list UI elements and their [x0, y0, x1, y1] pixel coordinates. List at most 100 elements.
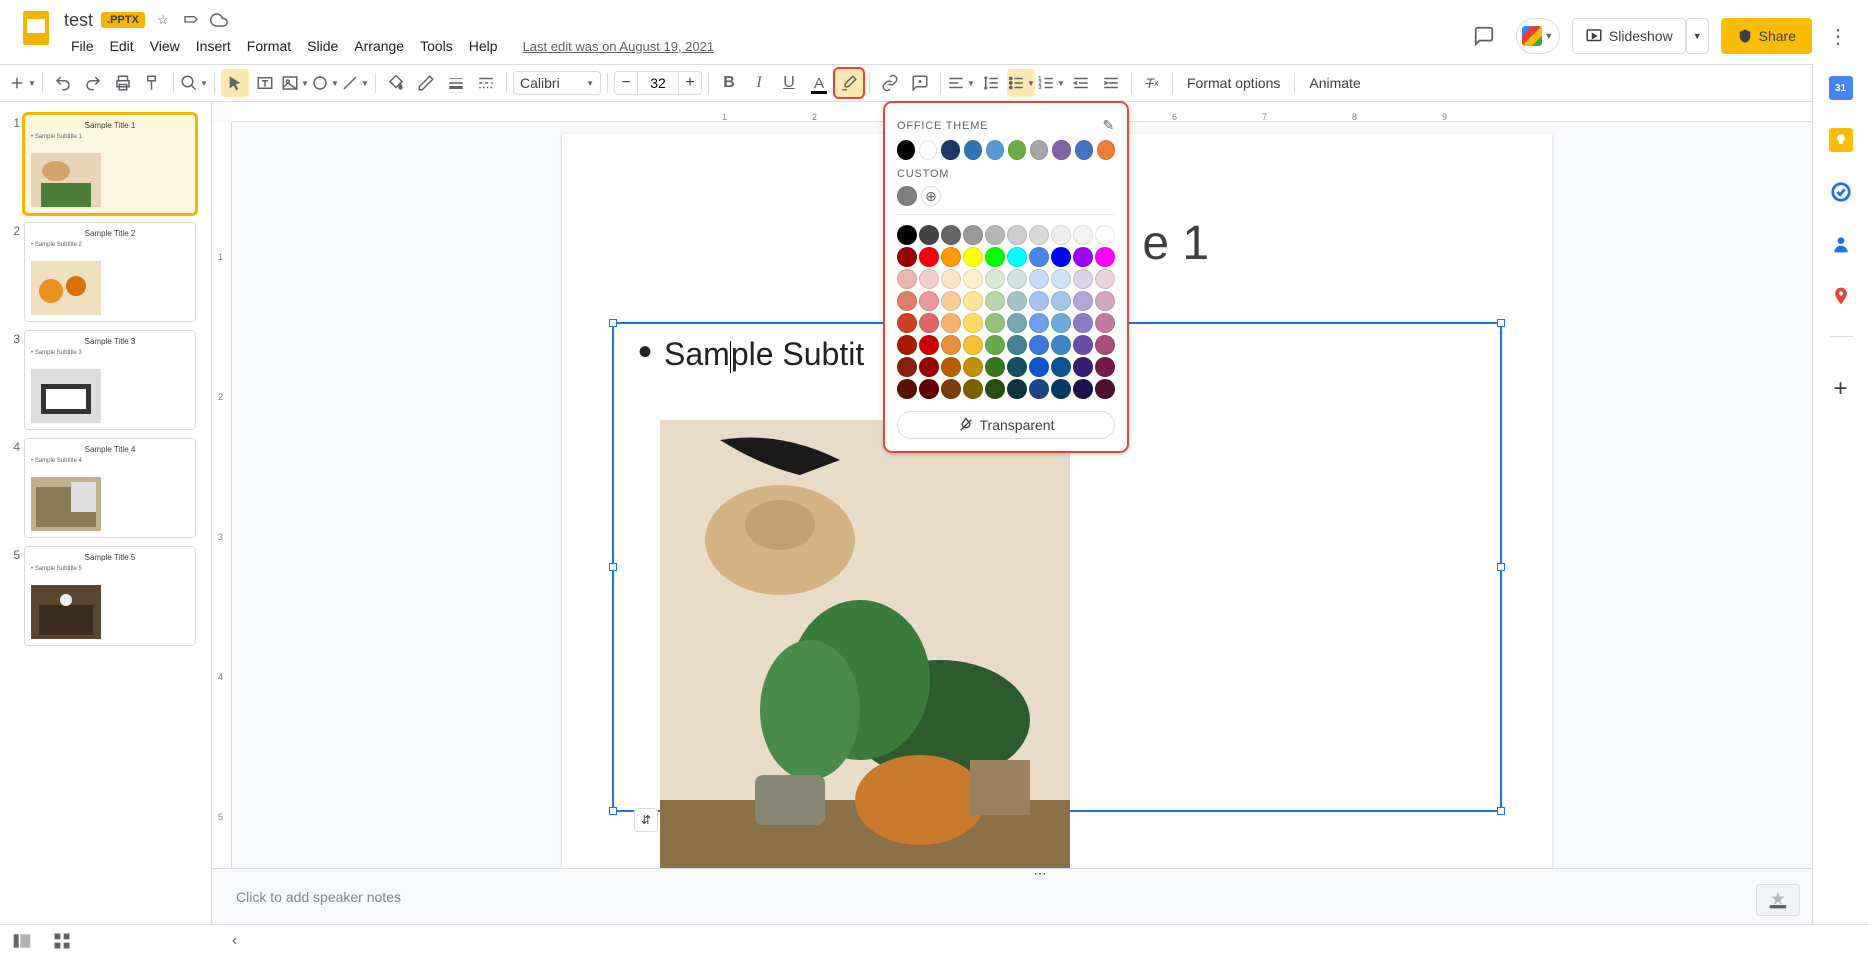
font-select[interactable]: Calibri▼ — [513, 71, 601, 95]
insert-link-button[interactable] — [876, 69, 904, 97]
app-icon[interactable] — [16, 8, 56, 48]
menu-insert[interactable]: Insert — [189, 34, 238, 58]
color-swatch[interactable] — [1007, 247, 1027, 267]
maps-icon[interactable] — [1829, 284, 1853, 308]
color-swatch[interactable] — [1007, 379, 1027, 399]
menu-edit[interactable]: Edit — [103, 34, 141, 58]
underline-button[interactable]: U — [775, 69, 803, 97]
color-swatch[interactable] — [941, 379, 961, 399]
slideshow-button[interactable]: Slideshow — [1572, 18, 1686, 54]
grid-view-icon[interactable] — [52, 931, 72, 951]
color-swatch[interactable] — [1075, 140, 1093, 160]
color-swatch[interactable] — [963, 225, 983, 245]
color-swatch[interactable] — [1073, 357, 1093, 377]
line-tool[interactable]: ▼ — [341, 69, 369, 97]
color-swatch[interactable] — [1073, 291, 1093, 311]
color-swatch[interactable] — [941, 269, 961, 289]
color-swatch[interactable] — [985, 269, 1005, 289]
color-swatch[interactable] — [1007, 313, 1027, 333]
align-button[interactable]: ▼ — [947, 69, 975, 97]
color-swatch[interactable] — [963, 291, 983, 311]
color-swatch[interactable] — [985, 379, 1005, 399]
color-swatch[interactable] — [1029, 291, 1049, 311]
calendar-icon[interactable]: 31 — [1829, 76, 1853, 100]
color-swatch[interactable] — [963, 269, 983, 289]
color-swatch[interactable] — [941, 291, 961, 311]
color-swatch[interactable] — [1029, 357, 1049, 377]
color-swatch[interactable] — [1073, 313, 1093, 333]
menu-tools[interactable]: Tools — [413, 34, 460, 58]
font-size-increase[interactable]: + — [678, 71, 702, 95]
notes-drag-handle[interactable]: ⋯ — [1015, 866, 1065, 870]
menu-format[interactable]: Format — [240, 34, 298, 58]
fill-color-button[interactable] — [382, 69, 410, 97]
insert-comment-button[interactable] — [906, 69, 934, 97]
menu-help[interactable]: Help — [462, 34, 505, 58]
transparent-button[interactable]: Transparent — [897, 411, 1115, 439]
color-swatch[interactable] — [1095, 379, 1115, 399]
add-on-icon[interactable]: + — [1829, 377, 1853, 401]
color-swatch[interactable] — [919, 335, 939, 355]
color-swatch[interactable] — [963, 357, 983, 377]
overflow-icon[interactable]: ⇵ — [634, 808, 658, 832]
color-swatch[interactable] — [919, 379, 939, 399]
color-swatch[interactable] — [897, 269, 917, 289]
thumb-3[interactable]: 3 Sample Title 3 • Sample Subtitle 3 — [0, 326, 211, 434]
color-swatch[interactable] — [986, 140, 1004, 160]
textbox-tool[interactable] — [251, 69, 279, 97]
color-swatch[interactable] — [985, 291, 1005, 311]
print-button[interactable] — [109, 69, 137, 97]
color-swatch[interactable] — [964, 140, 982, 160]
filmstrip-view-icon[interactable] — [12, 931, 32, 951]
color-swatch[interactable] — [897, 313, 917, 333]
explore-button[interactable] — [1756, 884, 1800, 916]
new-slide-button[interactable]: ▼ — [8, 69, 36, 97]
color-swatch[interactable] — [897, 379, 917, 399]
color-swatch[interactable] — [1007, 291, 1027, 311]
color-swatch[interactable] — [1029, 313, 1049, 333]
color-swatch[interactable] — [985, 313, 1005, 333]
color-swatch[interactable] — [1051, 357, 1071, 377]
color-swatch[interactable] — [1051, 313, 1071, 333]
slide-image[interactable] — [660, 420, 1070, 868]
share-button[interactable]: Share — [1721, 18, 1812, 54]
collapse-filmstrip-icon[interactable]: ‹ — [232, 932, 237, 950]
color-swatch[interactable] — [1073, 225, 1093, 245]
color-swatch[interactable] — [919, 291, 939, 311]
bold-button[interactable]: B — [715, 69, 743, 97]
edit-theme-icon[interactable]: ✎ — [1102, 117, 1115, 134]
color-swatch[interactable] — [897, 186, 917, 206]
menu-view[interactable]: View — [143, 34, 187, 58]
color-swatch[interactable] — [919, 313, 939, 333]
color-swatch[interactable] — [1051, 379, 1071, 399]
meet-button[interactable]: ▼ — [1516, 18, 1560, 54]
color-swatch[interactable] — [897, 291, 917, 311]
line-spacing-button[interactable] — [977, 69, 1005, 97]
thumb-2[interactable]: 2 Sample Title 2 • Sample Subtitle 2 — [0, 218, 211, 326]
add-custom-color[interactable]: ⊕ — [921, 186, 941, 206]
last-edit-link[interactable]: Last edit was on August 19, 2021 — [523, 39, 715, 54]
color-swatch[interactable] — [941, 140, 959, 160]
color-swatch[interactable] — [919, 357, 939, 377]
shape-tool[interactable]: ▼ — [311, 69, 339, 97]
color-swatch[interactable] — [1008, 140, 1026, 160]
color-swatch[interactable] — [1073, 335, 1093, 355]
cloud-icon[interactable] — [209, 10, 229, 30]
color-swatch[interactable] — [1029, 247, 1049, 267]
color-swatch[interactable] — [1073, 269, 1093, 289]
color-swatch[interactable] — [963, 247, 983, 267]
highlight-color-button[interactable] — [835, 69, 863, 97]
menu-slide[interactable]: Slide — [300, 34, 345, 58]
color-swatch[interactable] — [1073, 247, 1093, 267]
color-swatch[interactable] — [1095, 247, 1115, 267]
color-swatch[interactable] — [963, 335, 983, 355]
border-color-button[interactable] — [412, 69, 440, 97]
slideshow-dropdown[interactable]: ▼ — [1686, 18, 1709, 54]
text-color-button[interactable]: A — [805, 69, 833, 97]
color-swatch[interactable] — [897, 225, 917, 245]
color-swatch[interactable] — [1030, 140, 1048, 160]
border-weight-button[interactable] — [442, 69, 470, 97]
animate-button[interactable]: Animate — [1301, 69, 1368, 97]
color-swatch[interactable] — [941, 357, 961, 377]
italic-button[interactable]: I — [745, 69, 773, 97]
